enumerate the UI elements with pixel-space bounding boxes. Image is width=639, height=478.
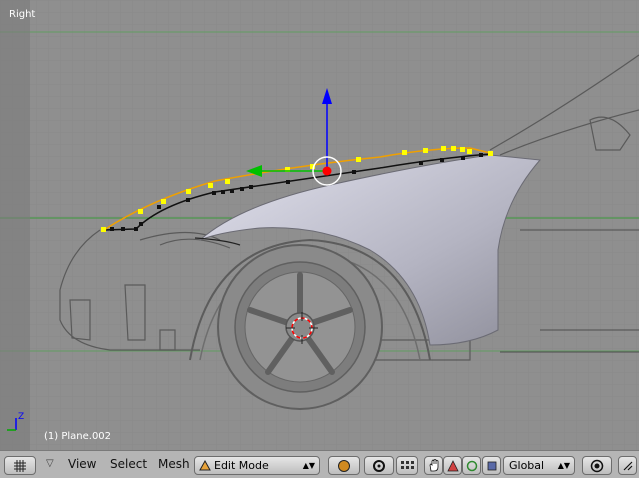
pivot-point-button[interactable] <box>364 456 394 475</box>
view-name-label: Right <box>9 9 36 20</box>
3d-viewport[interactable]: Z Right (1) Plane.002 <box>0 0 639 450</box>
dropdown-arrows-icon: ▲▼ <box>557 461 570 470</box>
orientation-dropdown[interactable]: Global ▲▼ <box>503 456 575 475</box>
dropdown-arrows-icon: ▲▼ <box>302 461 315 470</box>
orientation-label: Global <box>509 459 545 472</box>
menu-mesh[interactable]: Mesh <box>158 457 190 471</box>
translate-manipulator-button[interactable] <box>424 456 443 475</box>
proportional-edit-icon <box>590 459 604 472</box>
viewport-header: ▽ View Select Mesh Edit Mode ▲▼ Global ▲… <box>0 450 639 478</box>
viewport-canvas: Z <box>0 0 639 450</box>
mode-label: Edit Mode <box>214 459 269 472</box>
layers-button[interactable] <box>482 456 501 475</box>
translate-hand-icon <box>429 459 438 472</box>
editor-type-button[interactable] <box>4 456 36 475</box>
object-name-label: (1) Plane.002 <box>44 431 112 442</box>
menu-view[interactable]: View <box>68 457 96 471</box>
rotate-manipulator-button[interactable] <box>443 456 462 475</box>
collapse-menu-arrow-icon[interactable]: ▽ <box>46 458 54 469</box>
mode-dropdown[interactable]: Edit Mode ▲▼ <box>194 456 320 475</box>
proportional-edit-button[interactable] <box>582 456 612 475</box>
scale-icon <box>466 460 477 471</box>
manipulator-toggle-button[interactable] <box>396 456 418 475</box>
viewport-shading-icon <box>338 459 350 472</box>
grid-editor-type-icon <box>14 459 26 472</box>
edit-mode-triangle-icon <box>199 460 211 471</box>
rotate-icon <box>446 459 459 471</box>
background-shadow-strip <box>0 0 30 450</box>
axis-label-z: Z <box>18 412 24 422</box>
viewport-shading-button[interactable] <box>328 456 360 475</box>
scale-manipulator-button[interactable] <box>462 456 481 475</box>
layers-icon <box>487 461 496 470</box>
menu-select[interactable]: Select <box>110 457 147 471</box>
center-point <box>322 166 332 176</box>
snap-icon <box>623 461 632 470</box>
manipulator-toggle-icon <box>401 460 414 469</box>
pivot-point-icon <box>373 459 385 472</box>
snap-button[interactable] <box>618 456 637 475</box>
